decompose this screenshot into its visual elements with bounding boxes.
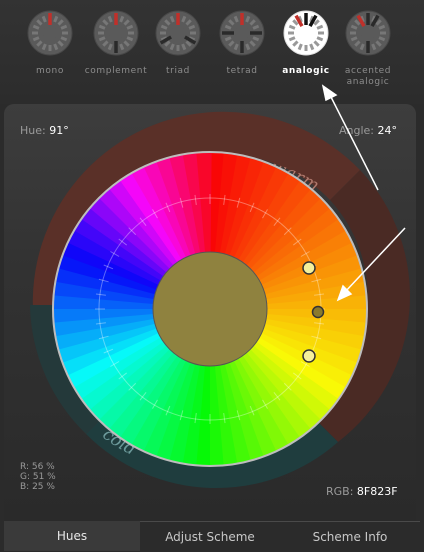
bottom-tabs: Hues Adjust Scheme Scheme Info xyxy=(0,521,424,552)
tab-scheme-info[interactable]: Scheme Info xyxy=(280,521,420,552)
green-percent: G: 51 % xyxy=(20,472,56,482)
blue-percent: B: 25 % xyxy=(20,482,55,492)
hex-value: 8F823F xyxy=(356,485,398,498)
selected-color-swatch xyxy=(152,251,268,367)
tab-hues[interactable]: Hues xyxy=(4,521,140,551)
color-wheel[interactable]: warm cold xyxy=(0,0,424,551)
hex-readout: RGB: 8F823F xyxy=(326,485,398,498)
hex-label: RGB: xyxy=(326,485,354,498)
analog-marker-1[interactable] xyxy=(302,261,316,275)
tab-adjust-scheme[interactable]: Adjust Scheme xyxy=(140,521,280,552)
red-percent: R: 56 % xyxy=(20,462,55,472)
rgb-percentages: R: 56 % G: 51 % B: 25 % xyxy=(20,462,56,492)
analog-marker-2[interactable] xyxy=(302,349,316,363)
primary-hue-marker[interactable] xyxy=(311,305,325,319)
